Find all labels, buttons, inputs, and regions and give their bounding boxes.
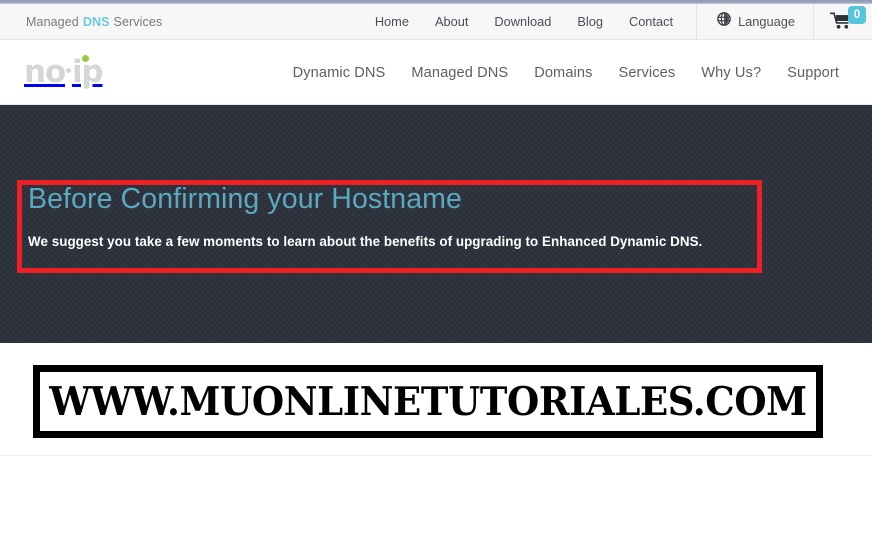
nav-item-services[interactable]: Services: [606, 65, 689, 81]
logo-part-one: no: [24, 54, 66, 90]
site-logo[interactable]: no ip: [24, 54, 104, 90]
primary-nav: Dynamic DNS Managed DNS Domains Services…: [280, 65, 852, 81]
watermark-box: WWW.MUONLINETUTORIALES.COM: [33, 365, 823, 438]
shopping-cart-button[interactable]: 0: [814, 4, 872, 39]
topnav-item-blog[interactable]: Blog: [564, 4, 616, 40]
hero-content: Before Confirming your Hostname We sugge…: [28, 183, 828, 249]
logo-wordmark: no ip: [24, 54, 104, 90]
topnav-item-about[interactable]: About: [422, 4, 481, 40]
utility-top-bar: Managed DNS Services Home About Download…: [0, 4, 872, 40]
site-tagline: Managed DNS Services: [0, 4, 162, 39]
tagline-pre: Managed: [26, 14, 79, 29]
nav-item-managed-dns[interactable]: Managed DNS: [398, 65, 521, 81]
page-title: Before Confirming your Hostname: [28, 183, 462, 215]
watermark-band: WWW.MUONLINETUTORIALES.COM: [0, 343, 872, 455]
tagline-post: Services: [113, 14, 163, 29]
topnav-item-home[interactable]: Home: [362, 4, 422, 40]
nav-item-why-us[interactable]: Why Us?: [688, 65, 774, 81]
language-selector[interactable]: Language: [696, 4, 814, 39]
hero-banner: Before Confirming your Hostname We sugge…: [0, 105, 872, 343]
utility-nav: Home About Download Blog Contact: [362, 4, 696, 39]
page-bottom-area: [0, 456, 872, 535]
topnav-item-contact[interactable]: Contact: [616, 4, 686, 40]
cart-count-badge: 0: [848, 6, 866, 24]
watermark-text: WWW.MUONLINETUTORIALES.COM: [49, 377, 807, 425]
logo-middot-icon: [65, 68, 71, 73]
globe-icon: [717, 12, 731, 31]
main-header-bar: no ip Dynamic DNS Managed DNS Domains Ser…: [0, 41, 872, 105]
nav-item-dynamic-dns[interactable]: Dynamic DNS: [280, 65, 399, 81]
topnav-item-download[interactable]: Download: [481, 4, 564, 40]
hero-subtitle: We suggest you take a few moments to lea…: [28, 233, 703, 249]
language-label: Language: [738, 14, 795, 29]
nav-item-domains[interactable]: Domains: [521, 65, 605, 81]
nav-item-support[interactable]: Support: [774, 65, 852, 81]
tagline-accent: DNS: [82, 14, 110, 29]
page-root: Managed DNS Services Home About Download…: [0, 0, 872, 535]
